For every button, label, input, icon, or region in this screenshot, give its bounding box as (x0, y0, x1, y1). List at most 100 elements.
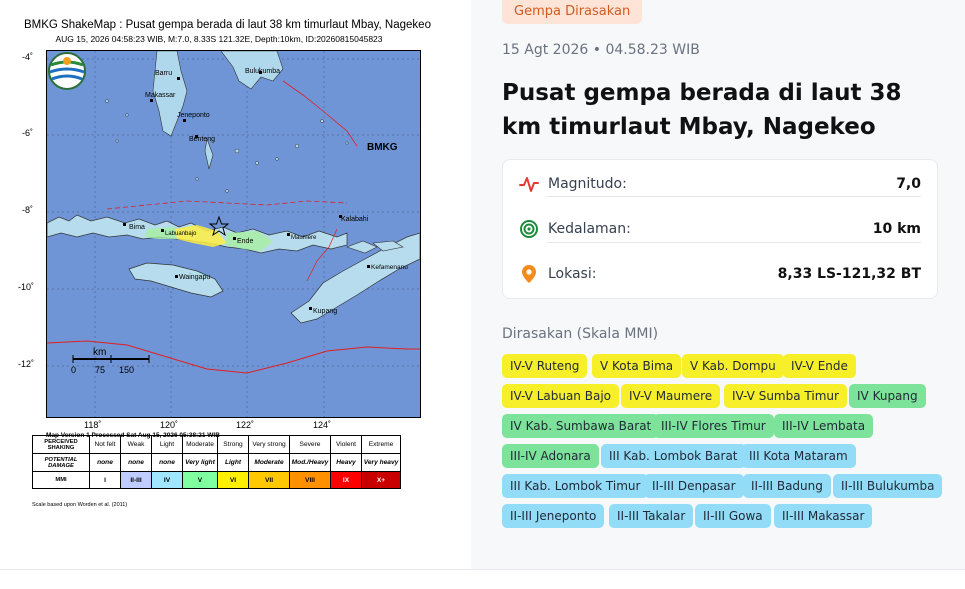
felt-region-chip[interactable]: IV-V Labuan Bajo (502, 384, 619, 408)
felt-region-chip[interactable]: IV Kab. Sumbawa Barat (502, 414, 660, 438)
place-label: Labuanbajo (165, 231, 197, 237)
felt-region-chip[interactable]: IV-V Maumere (621, 384, 721, 408)
legend-damage: Very light (182, 453, 218, 472)
felt-region-chip[interactable]: II-III Takalar (609, 504, 694, 528)
felt-region-chip[interactable]: III-IV Flores Timur (653, 414, 774, 438)
place-label: Bima (129, 224, 145, 231)
legend-mmi-level: I (89, 471, 121, 489)
legend-shaking: Not felt (89, 435, 121, 454)
lat-label: -10˚ (18, 282, 35, 292)
mmi-legend-table: PERCEIVED SHAKING Not felt Weak Light Mo… (32, 435, 401, 489)
legend-shaking: Very strong (248, 435, 290, 454)
lat-label: -6˚ (22, 128, 33, 138)
place-label: Maumere (291, 235, 317, 241)
felt-region-chip[interactable]: III-IV Lembata (774, 414, 874, 438)
depth-row: Kedalaman: 10 km (519, 214, 921, 244)
legend-mmi-level: IX (330, 471, 362, 489)
depth-label: Kedalaman: (548, 221, 631, 237)
shakemap-image: BMKG ShakeMap : Pusat gempa berada di la… (18, 16, 431, 516)
legend-damage: Moderate (248, 453, 290, 472)
legend-row-header: MMI (32, 471, 90, 489)
felt-region-chip[interactable]: III Kota Mataram (741, 444, 856, 468)
legend-mmi-level: VI (217, 471, 249, 489)
event-datetime: 15 Agt 2026 • 04.58.23 WIB (502, 42, 700, 58)
location-row: Lokasi: 8,33 LS-121,32 BT (519, 259, 921, 289)
legend-shaking: Violent (330, 435, 362, 454)
legend-shaking: Moderate (182, 435, 218, 454)
legend-damage: Light (217, 453, 249, 472)
bottom-divider (0, 569, 965, 570)
event-info-card: Magnitudo: 7,0 Kedalaman: 10 km Lokasi: … (502, 159, 938, 299)
legend-shaking: Strong (217, 435, 249, 454)
divider (547, 196, 921, 197)
target-icon (519, 219, 539, 239)
place-label: Kalabahi (341, 216, 369, 223)
place-label: Waingapu (179, 274, 210, 281)
felt-region-chip[interactable]: V Kota Bima (592, 354, 682, 378)
scale-tick: 150 (119, 365, 134, 375)
felt-heading: Dirasakan (Skala MMI) (502, 326, 659, 342)
lon-label: 122˚ (236, 420, 255, 430)
felt-region-chip[interactable]: II-III Jeneponto (502, 504, 605, 528)
map-graphic: Barru Bulukumba Makassar Jeneponto Bente… (47, 51, 420, 417)
felt-region-chip[interactable]: II-III Badung (743, 474, 831, 498)
legend-damage: none (120, 453, 152, 472)
shakemap-subtitle: AUG 15, 2026 04:58:23 WIB, M:7.0, 8.33S … (55, 34, 383, 44)
place-label: Kefamenanu (371, 264, 408, 271)
pulse-icon (519, 174, 539, 194)
place-label: Benteng (189, 136, 215, 143)
lon-label: 120˚ (160, 420, 179, 430)
felt-region-chip[interactable]: IV-V Ruteng (502, 354, 588, 378)
event-headline: Pusat gempa berada di laut 38 km timurla… (502, 80, 902, 140)
legend-shaking: Light (151, 435, 183, 454)
legend-mmi-level: VII (248, 471, 290, 489)
place-label: Ende (237, 238, 253, 245)
place-label: Bulukumba (245, 68, 280, 75)
felt-region-chip[interactable]: II-III Gowa (695, 504, 771, 528)
bmkg-logo-text: BMKG (367, 142, 398, 153)
felt-region-chip[interactable]: II-III Makassar (774, 504, 873, 528)
place-label: Makassar (145, 92, 176, 99)
felt-region-chip[interactable]: III Kab. Lombok Timur (502, 474, 649, 498)
shakemap-panel: BMKG ShakeMap : Pusat gempa berada di la… (0, 0, 471, 569)
lon-label: 124˚ (313, 420, 332, 430)
legend-mmi-level: VIII (289, 471, 331, 489)
magnitude-label: Magnitudo: (548, 176, 627, 192)
legend-shaking: Extreme (361, 435, 401, 454)
felt-region-chip[interactable]: II-III Bulukumba (833, 474, 943, 498)
scale-tick: 75 (95, 365, 105, 375)
legend-mmi-level: II-III (120, 471, 152, 489)
legend-shaking: Weak (120, 435, 152, 454)
legend-damage: none (89, 453, 121, 472)
legend-damage: Very heavy (361, 453, 401, 472)
felt-badge: Gempa Dirasakan (502, 0, 643, 24)
lat-label: -8˚ (22, 205, 33, 215)
felt-region-chip[interactable]: IV-V Ende (783, 354, 856, 378)
felt-region-chip[interactable]: III-IV Adonara (502, 444, 599, 468)
bmkg-logo-icon (48, 52, 86, 90)
location-value: 8,33 LS-121,32 BT (777, 266, 921, 282)
legend-damage: Heavy (330, 453, 362, 472)
felt-region-chip[interactable]: III Kab. Lombok Barat (601, 444, 746, 468)
legend-mmi-level: X+ (361, 471, 401, 489)
location-label: Lokasi: (548, 266, 597, 282)
map-area[interactable]: Barru Bulukumba Makassar Jeneponto Bente… (46, 50, 421, 418)
legend-shaking: Severe (289, 435, 331, 454)
divider (547, 242, 921, 243)
place-label: Jeneponto (177, 112, 210, 119)
felt-region-chip[interactable]: IV Kupang (849, 384, 926, 408)
felt-region-chip[interactable]: IV-V Sumba Timur (724, 384, 847, 408)
legend-damage: none (151, 453, 183, 472)
shakemap-title: BMKG ShakeMap : Pusat gempa berada di la… (24, 19, 431, 31)
scale-note: Scale based upon Worden et al. (2011) (32, 502, 128, 508)
depth-value: 10 km (872, 221, 921, 237)
lon-label: 118˚ (84, 420, 102, 430)
magnitude-value: 7,0 (896, 176, 921, 192)
felt-region-chip[interactable]: V Kab. Dompu (682, 354, 784, 378)
legend-row-header: POTENTIAL DAMAGE (32, 453, 90, 472)
scale-tick: 0 (71, 365, 76, 375)
lat-label: -4˚ (22, 52, 33, 62)
felt-region-chip[interactable]: II-III Denpasar (644, 474, 744, 498)
legend-row-header: PERCEIVED SHAKING (32, 435, 90, 454)
lat-label: -12˚ (18, 359, 35, 369)
